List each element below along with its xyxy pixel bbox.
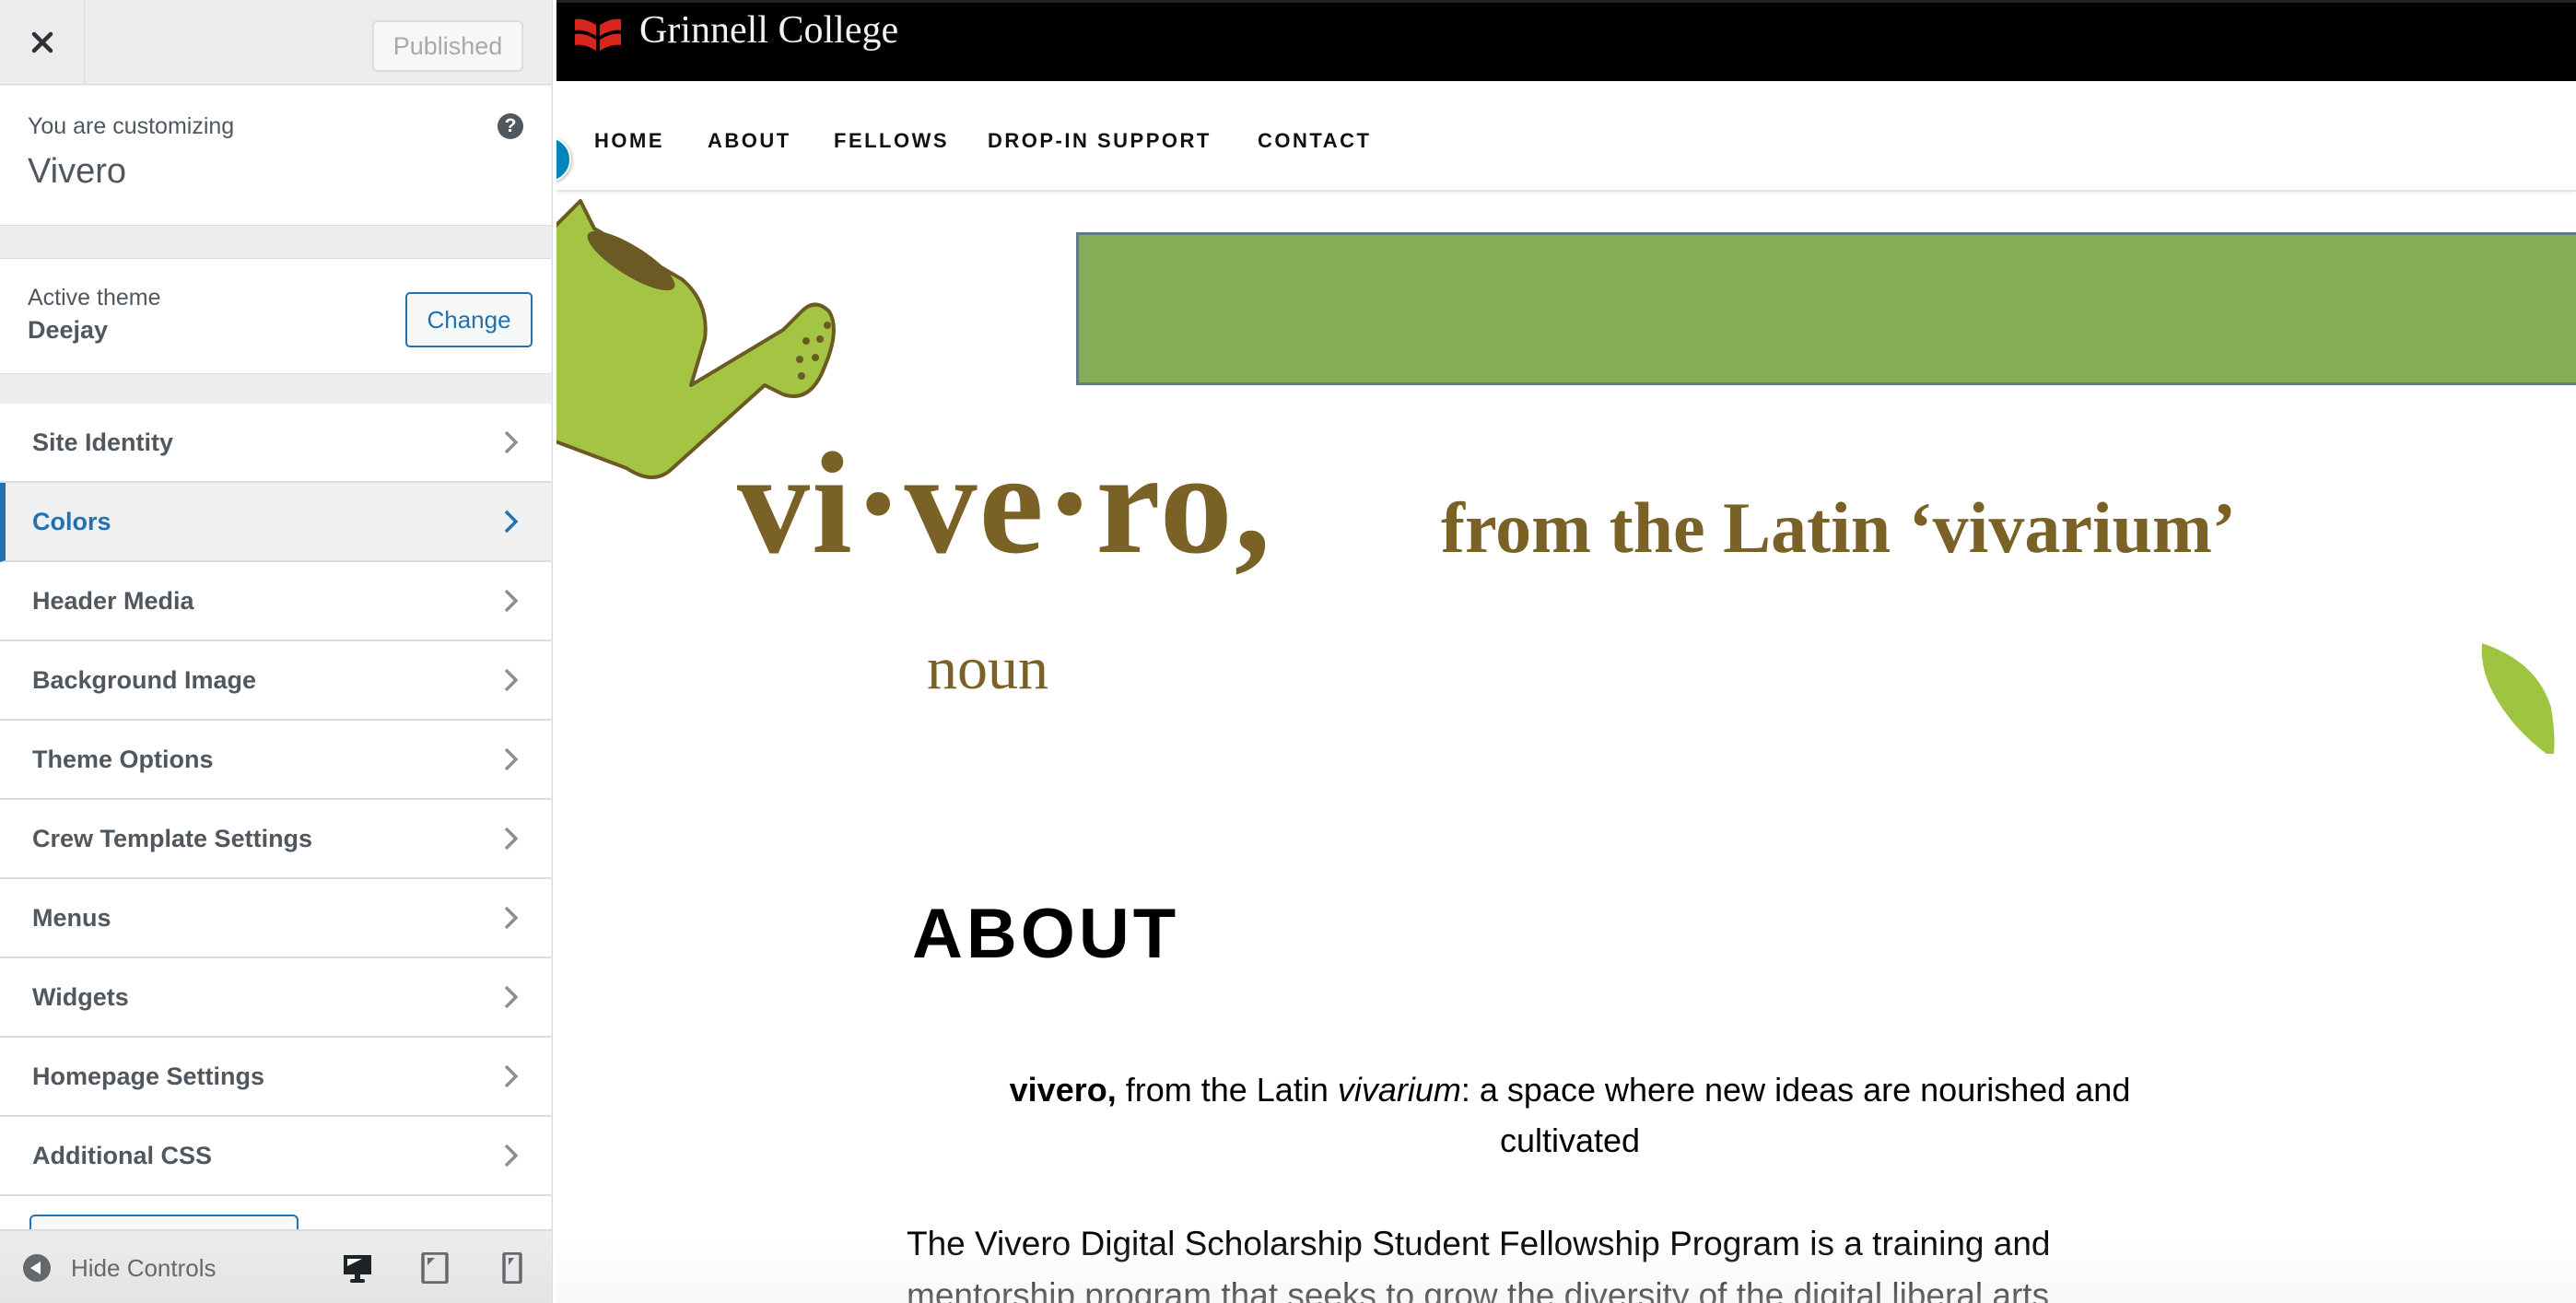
tagline-text: : a space where new ideas are nourished … (1460, 1071, 2131, 1109)
nav-item-drop-in-support[interactable]: DROP-IN SUPPORT (988, 129, 1212, 153)
body-line: The Vivero Digital Scholarship Student F… (907, 1225, 2051, 1262)
section-label: Crew Template Settings (32, 824, 313, 852)
chevron-right-icon (504, 1064, 519, 1088)
close-icon (31, 31, 53, 53)
section-label: Background Image (32, 665, 257, 694)
section-crew-template-settings[interactable]: Crew Template Settings (0, 800, 551, 879)
body-paragraph: The Vivero Digital Scholarship Student F… (907, 1218, 2289, 1303)
chevron-right-icon (504, 827, 519, 851)
chevron-right-icon (504, 747, 519, 771)
publish-button[interactable]: Published (372, 20, 523, 72)
chevron-right-icon (504, 1144, 519, 1168)
customizer-sections: Site Identity Colors Header Media Backgroun… (0, 404, 551, 1196)
section-colors[interactable]: Colors (0, 483, 551, 562)
section-label: Homepage Settings (32, 1062, 265, 1090)
brand-name[interactable]: Grinnell College (639, 8, 898, 53)
section-menus[interactable]: Menus (0, 879, 551, 958)
section-additional-css[interactable]: Additional CSS (0, 1117, 551, 1196)
body-line: mentorship program that seeks to grow th… (907, 1276, 2050, 1303)
customizer-footer: Hide Controls (0, 1229, 552, 1303)
nav-item-fellows[interactable]: FELLOWS (834, 129, 949, 153)
active-theme-section: Active theme Deejay Change (0, 258, 551, 374)
customizer-header: Published (0, 0, 552, 85)
tablet-icon (421, 1252, 449, 1284)
section-site-identity[interactable]: Site Identity (0, 404, 551, 483)
active-theme-label: Active theme (28, 285, 161, 311)
page-title: ABOUT (912, 895, 1180, 973)
preview-tablet-button[interactable] (416, 1250, 453, 1286)
section-label: Site Identity (32, 428, 174, 456)
preview-mobile-button[interactable] (494, 1250, 531, 1286)
chevron-right-icon (504, 589, 519, 613)
hide-controls-label: Hide Controls (71, 1253, 217, 1282)
tagline-line-2: cultivated (1499, 1121, 1641, 1159)
section-homepage-settings[interactable]: Homepage Settings (0, 1038, 551, 1117)
mobile-icon (502, 1252, 522, 1284)
site-title: Vivero (28, 152, 127, 191)
close-customizer-button[interactable] (0, 0, 85, 85)
chevron-right-icon (504, 906, 519, 930)
tagline-text: from the Latin (1116, 1071, 1338, 1109)
customizing-info: You are customizing Vivero ? (0, 86, 551, 226)
grinnell-logo-icon (575, 18, 621, 51)
tagline-italic: vivarium (1337, 1071, 1461, 1109)
chevron-right-icon (504, 985, 519, 1009)
collapse-arrow-icon (23, 1254, 51, 1282)
tagline-bold: vivero, (1009, 1071, 1117, 1109)
green-banner (1076, 232, 2576, 385)
change-theme-button[interactable]: Change (405, 292, 533, 347)
leaf-icon (2481, 643, 2555, 754)
nav-item-contact[interactable]: CONTACT (1258, 129, 1371, 153)
chevron-right-icon (504, 430, 519, 454)
preview-desktop-button[interactable] (339, 1250, 376, 1286)
hero-part-of-speech: noun (927, 635, 1048, 702)
section-label: Menus (32, 903, 111, 932)
section-label: Header Media (32, 586, 194, 615)
section-label: Theme Options (32, 745, 214, 773)
hero-banner: vi·ve·ro, from the Latin ‘vivarium’ noun (556, 192, 2576, 754)
hide-controls-button[interactable]: Hide Controls (23, 1231, 217, 1303)
chevron-right-icon (504, 510, 519, 534)
customizing-label: You are customizing (28, 113, 235, 139)
nav-item-about[interactable]: ABOUT (708, 129, 791, 153)
section-header-media[interactable]: Header Media (0, 562, 551, 641)
hero-etymology: from the Latin ‘vivarium’ (1441, 487, 2236, 568)
section-label: Colors (32, 507, 111, 535)
section-label: Additional CSS (32, 1141, 212, 1169)
hero-headword: vi·ve·ro, (737, 423, 1273, 584)
section-background-image[interactable]: Background Image (0, 641, 551, 721)
active-theme-name: Deejay (28, 316, 109, 344)
section-label: Widgets (32, 982, 129, 1011)
site-navigation: HOME ABOUT FELLOWS DROP-IN SUPPORT CONTACT (556, 81, 2576, 192)
brand-bar: Grinnell College (556, 0, 2576, 81)
section-widgets[interactable]: Widgets (0, 958, 551, 1038)
desktop-icon (344, 1255, 371, 1283)
chevron-right-icon (504, 668, 519, 692)
site-preview: Grinnell College HOME ABOUT FELLOWS DROP-IN… (556, 0, 2576, 1303)
customizer-sidebar: Published You are customizing Vivero ? A… (0, 0, 553, 1303)
section-theme-options[interactable]: Theme Options (0, 721, 551, 800)
tagline: vivero, from the Latin vivarium: a space… (907, 1064, 2233, 1116)
help-icon[interactable]: ? (498, 113, 523, 139)
nav-item-home[interactable]: HOME (594, 129, 664, 153)
